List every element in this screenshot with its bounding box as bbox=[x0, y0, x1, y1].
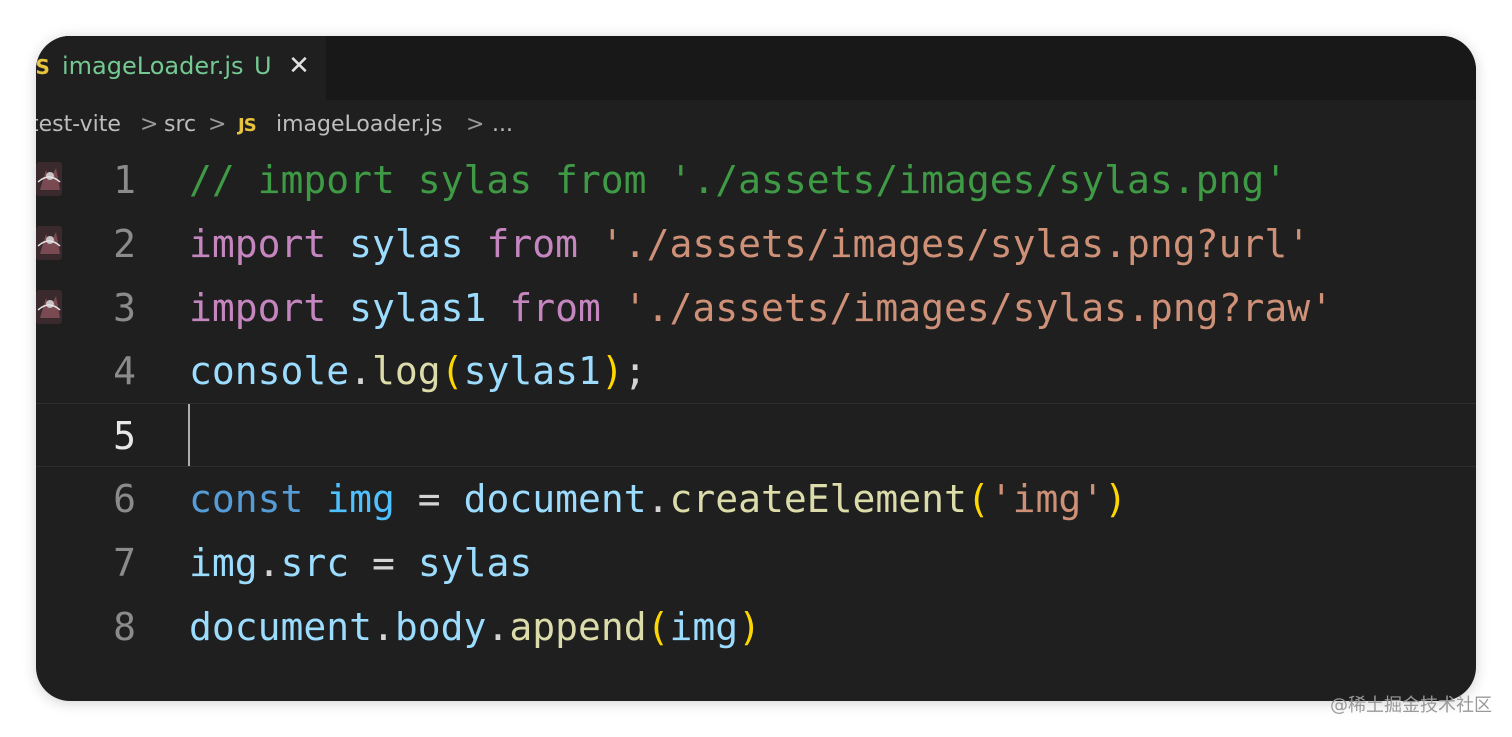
code-text: // import sylas from './assets/images/sy… bbox=[189, 148, 1287, 212]
code-line[interactable]: 1 // import sylas from './assets/images/s… bbox=[36, 148, 1476, 212]
line-number: 3 bbox=[113, 285, 136, 330]
code-token: src bbox=[280, 540, 350, 585]
watermark: @稀土掘金技术社区 bbox=[1330, 695, 1492, 716]
close-icon[interactable]: ✕ bbox=[288, 48, 310, 84]
code-line[interactable]: 5 bbox=[36, 403, 1476, 468]
breadcrumb-item-project[interactable]: test-vite bbox=[36, 112, 121, 137]
code-token: append bbox=[509, 604, 647, 649]
js-file-icon: JS bbox=[36, 55, 50, 79]
image-preview-icon[interactable] bbox=[36, 162, 62, 196]
breadcrumb-item-folder[interactable]: src bbox=[164, 112, 196, 137]
js-file-icon: JS bbox=[238, 115, 257, 136]
tab-imageloader[interactable]: JS imageLoader.js U ✕ bbox=[36, 36, 326, 100]
breadcrumb: test-vite > src > JS imageLoader.js > ..… bbox=[36, 108, 1476, 144]
chevron-right-icon: > bbox=[466, 112, 485, 137]
code-token: log bbox=[372, 349, 441, 394]
chevron-right-icon: > bbox=[140, 112, 159, 137]
code-token: img bbox=[669, 604, 739, 649]
line-number: 4 bbox=[113, 349, 136, 394]
tab-bar: JS imageLoader.js U ✕ bbox=[36, 36, 1476, 100]
chevron-right-icon: > bbox=[208, 112, 227, 137]
breadcrumb-item-file[interactable]: imageLoader.js bbox=[276, 112, 442, 137]
breadcrumb-item-symbols[interactable]: ... bbox=[492, 112, 513, 137]
code-token: ( bbox=[966, 477, 990, 521]
code-token: . bbox=[486, 604, 510, 649]
code-text: import sylas1 from './assets/images/syla… bbox=[189, 276, 1333, 340]
code-editor[interactable]: 1 // import sylas from './assets/images/s… bbox=[36, 148, 1476, 701]
code-token: . bbox=[257, 540, 281, 585]
code-token: document bbox=[463, 477, 647, 521]
code-token: sylas bbox=[349, 221, 464, 266]
code-token: . bbox=[646, 477, 670, 521]
code-text: import sylas from './assets/images/sylas… bbox=[189, 212, 1310, 276]
code-line[interactable]: 8 document.body.append(img) bbox=[36, 595, 1476, 659]
git-status-badge: U bbox=[254, 52, 272, 80]
line-number: 1 bbox=[113, 158, 136, 202]
code-token: ( bbox=[440, 349, 464, 394]
code-text: const img = document.createElement('img'… bbox=[189, 467, 1127, 531]
image-preview-icon[interactable] bbox=[36, 289, 62, 324]
code-token: body bbox=[394, 604, 487, 649]
code-token: = bbox=[394, 477, 464, 521]
code-line[interactable]: 6 const img = document.createElement('img… bbox=[36, 467, 1476, 531]
code-token: . bbox=[349, 349, 373, 394]
line-number: 7 bbox=[113, 540, 136, 585]
code-text: document.body.append(img) bbox=[189, 595, 761, 659]
code-token: img bbox=[326, 477, 395, 521]
code-token: img bbox=[189, 540, 258, 585]
code-token: sylas bbox=[417, 540, 533, 585]
code-token: ; bbox=[623, 349, 647, 394]
text-cursor bbox=[188, 404, 190, 467]
code-text: console.log(sylas1); bbox=[189, 339, 647, 403]
code-token: ) bbox=[600, 349, 624, 394]
code-token: 'img' bbox=[989, 477, 1105, 521]
code-token: from bbox=[486, 221, 578, 266]
code-token: document bbox=[189, 604, 373, 649]
code-token: = bbox=[349, 540, 418, 585]
code-token: ( bbox=[646, 604, 670, 649]
code-token: . bbox=[372, 604, 395, 649]
line-number: 6 bbox=[113, 477, 136, 521]
code-line[interactable]: 7 img.src = sylas bbox=[36, 531, 1476, 595]
code-token: createElement bbox=[669, 477, 967, 521]
line-number: 8 bbox=[113, 604, 136, 649]
line-number: 2 bbox=[113, 221, 136, 266]
code-token: console bbox=[189, 349, 350, 394]
image-preview-icon[interactable] bbox=[36, 225, 62, 260]
code-token: ) bbox=[738, 604, 762, 649]
code-token: sylas1 bbox=[349, 285, 487, 330]
code-token: './assets/images/sylas.png?raw' bbox=[623, 285, 1333, 330]
editor-window: JS imageLoader.js U ✕ test-vite > src > … bbox=[36, 36, 1476, 701]
code-line[interactable]: 3 import sylas1 from './assets/images/syl… bbox=[36, 276, 1476, 340]
code-text: img.src = sylas bbox=[189, 531, 532, 595]
code-token: from bbox=[509, 285, 601, 330]
code-token: sylas1 bbox=[463, 349, 601, 394]
tab-filename: imageLoader.js bbox=[62, 52, 244, 80]
code-token: ) bbox=[1104, 477, 1128, 521]
code-line[interactable]: 4 console.log(sylas1); bbox=[36, 339, 1476, 403]
code-token: const bbox=[189, 477, 304, 521]
line-number: 5 bbox=[113, 414, 136, 459]
code-token: import bbox=[189, 285, 327, 330]
code-token: './assets/images/sylas.png?url' bbox=[600, 221, 1311, 266]
code-token: // import sylas from './assets/images/sy… bbox=[189, 158, 1288, 202]
code-line[interactable]: 2 import sylas from './assets/images/syla… bbox=[36, 212, 1476, 276]
code-token: import bbox=[189, 221, 327, 266]
